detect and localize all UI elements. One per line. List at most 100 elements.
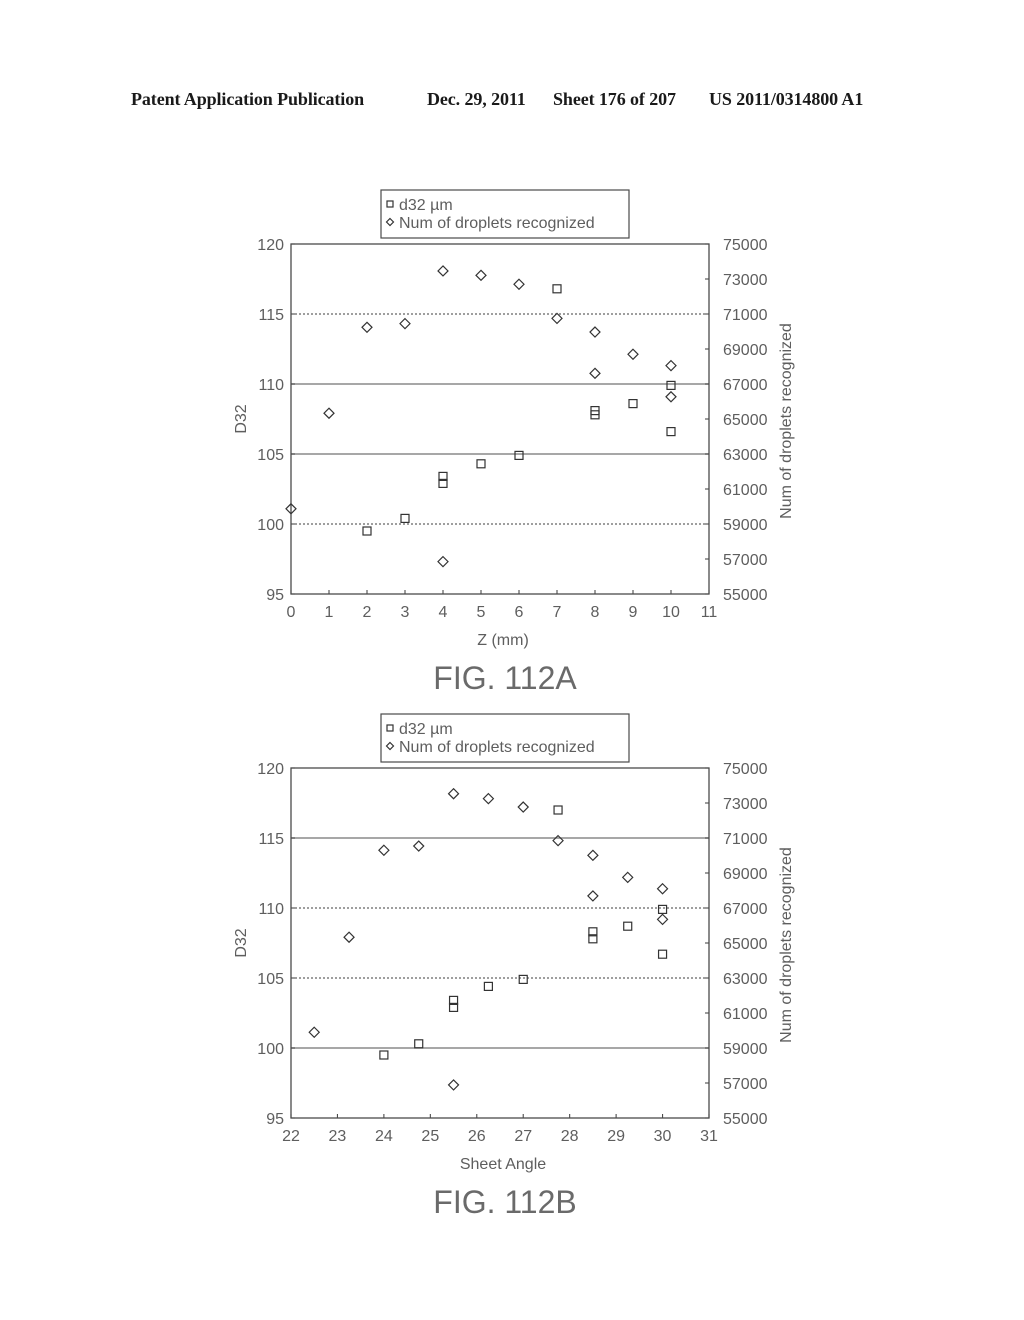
plot-frame [290,767,710,1119]
data-point-droplet-count [399,317,411,330]
x-tick-label: 29 [607,1128,625,1145]
data-point-droplet-count [587,849,599,862]
y2-tick-label: 67000 [723,901,768,918]
y-tick-label: 120 [257,761,284,778]
figure-title: FIG. 112A [433,660,577,696]
data-point-droplet-count [308,1026,321,1039]
y2-tick-label: 55000 [723,1111,768,1128]
data-point-droplet-count [517,801,530,813]
x-tick-label: 23 [329,1128,347,1145]
x-tick-label: 31 [700,1128,718,1145]
y2-tick-label: 57000 [723,1076,768,1093]
x-tick-label: 10 [662,604,680,621]
data-point-droplet-count [447,1079,460,1091]
x-tick-label: 0 [287,604,296,621]
y2-tick-label: 69000 [723,866,768,883]
data-point-droplet-count [665,359,677,372]
legend-entry-label: d32 µm [399,721,453,738]
figure-112b-chart: 95 100 105 110 115 120 55000 57000 59000 61000 630… [233,713,795,1220]
y-tick-label: 110 [258,901,284,918]
data-point-d32 [623,921,633,931]
x-tick-label: 25 [421,1128,439,1145]
data-point-droplet-count [475,269,487,282]
y-tick-label: 105 [257,447,284,464]
data-point-d32 [362,526,372,536]
x-tick-label: 6 [515,604,524,621]
x-tick-label: 30 [654,1128,672,1145]
figure-112a-chart: 9510010511011512055000570005900061000630… [233,189,795,696]
y-axis-label: D32 [233,404,250,433]
y2-axis-label: Num of droplets recognized [778,323,795,519]
data-point-droplet-count [343,931,355,944]
data-point-droplet-count [656,913,669,926]
data-point-droplet-count [551,312,563,325]
y-tick-label: 115 [258,831,284,848]
publication-date: Dec. 29, 2011 [427,89,526,109]
x-axis-label: Sheet Angle [460,1156,546,1173]
y2-tick-label: 73000 [723,272,768,289]
legend: d32 µmNum of droplets recognized [380,189,630,239]
x-tick-label: 5 [477,604,486,621]
y-tick-label: 100 [257,517,284,534]
data-point-droplet-count [665,390,677,403]
legend-entry-label: Num of droplets recognized [399,739,595,756]
y-tick-label: 95 [266,587,284,604]
data-point-d32 [553,805,563,815]
y2-tick-label: 61000 [723,1006,768,1023]
y2-tick-label: 65000 [723,936,768,953]
data-point-droplet-count [627,348,639,361]
data-point-d32 [666,380,676,390]
legend-entry-label: Num of droplets recognized [399,215,595,232]
y2-tick-label: 69000 [723,342,768,359]
plot-frame [290,243,710,595]
x-tick-label: 2 [363,604,372,621]
patent-sheet-page: Patent Application Publication Dec. 29, … [0,0,1024,1320]
y2-tick-label: 67000 [723,377,768,394]
y2-tick-label: 75000 [723,761,768,778]
patent-number: US 2011/0314800 A1 [709,89,864,109]
y-tick-label: 105 [257,971,284,988]
data-point-d32 [379,1050,389,1060]
data-point-d32 [552,284,562,294]
data-point-droplet-count [621,871,634,884]
y2-tick-label: 61000 [723,482,768,499]
y2-tick-label: 59000 [723,517,768,534]
sheet-number: Sheet 176 of 207 [553,89,676,109]
data-point-droplet-count [589,367,601,380]
data-point-droplet-count [437,555,449,568]
y2-tick-label: 63000 [723,971,768,988]
data-point-droplet-count [447,787,460,800]
x-tick-label: 3 [401,604,410,621]
data-point-droplet-count [482,792,495,805]
y2-tick-label: 73000 [723,796,768,813]
data-point-d32 [518,974,528,984]
data-point-droplet-count [378,844,390,857]
data-point-droplet-count [552,834,564,847]
y2-tick-label: 75000 [723,237,768,254]
x-tick-label: 7 [553,604,562,621]
y2-axis-label: Num of droplets recognized [778,847,795,1043]
x-tick-label: 26 [468,1128,486,1145]
data-point-d32 [666,427,676,437]
data-point-d32 [657,949,668,959]
data-point-d32 [628,399,638,409]
legend-entry-label: d32 µm [399,197,453,214]
data-point-droplet-count [361,321,373,334]
x-axis-label: Z (mm) [477,632,529,649]
y-axis-label: D32 [233,928,250,957]
data-point-droplet-count [437,265,449,277]
data-point-droplet-count [412,840,425,852]
y2-tick-label: 71000 [723,307,768,324]
x-tick-label: 27 [514,1128,532,1145]
y2-tick-label: 63000 [723,447,768,464]
y-tick-label: 110 [258,377,284,394]
figure-title: FIG. 112B [433,1184,576,1220]
data-point-d32 [400,513,410,523]
data-point-droplet-count [656,882,669,895]
y2-tick-label: 55000 [723,587,768,604]
x-tick-label: 1 [325,604,334,621]
data-point-droplet-count [513,278,525,291]
y-tick-label: 95 [266,1111,284,1128]
y-tick-label: 120 [257,237,284,254]
data-point-d32 [657,904,668,914]
